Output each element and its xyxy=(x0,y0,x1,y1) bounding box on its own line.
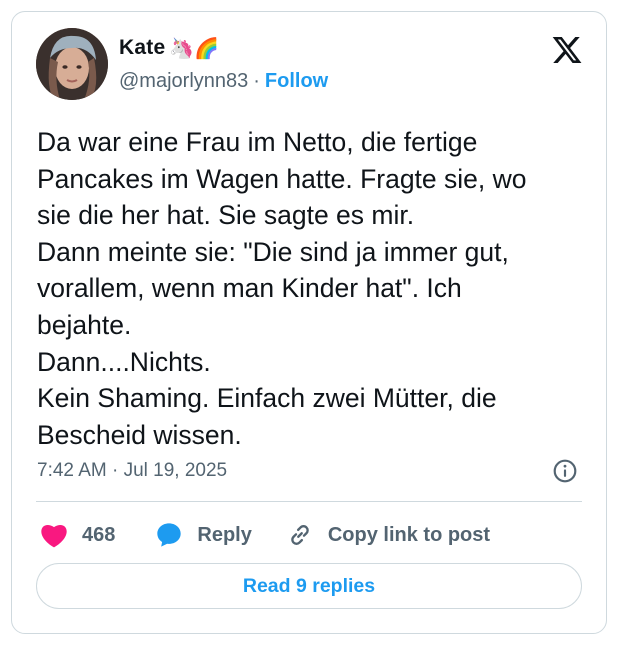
avatar[interactable] xyxy=(36,28,108,100)
reply-bubble-icon xyxy=(157,523,182,547)
like-count: 468 xyxy=(82,523,116,546)
author-handle[interactable]: @majorlynn83 xyxy=(119,70,248,93)
info-icon[interactable] xyxy=(552,458,578,484)
copy-link-button[interactable]: Copy link to post xyxy=(286,521,490,549)
tweet-text: Da war eine Frau im Netto, die fertige P… xyxy=(37,127,527,450)
handle-separator: · xyxy=(253,70,260,92)
like-button[interactable]: 468 xyxy=(40,522,115,548)
author-handle-row: @majorlynn83 · Follow xyxy=(119,70,328,93)
tweet-card: Kate 🦄🌈 @majorlynn83 · Follow Da war ein… xyxy=(11,11,607,634)
author-name-row: Kate 🦄🌈 xyxy=(119,36,219,60)
author-name[interactable]: Kate xyxy=(119,36,165,60)
author-emoji: 🦄🌈 xyxy=(169,36,220,60)
link-icon xyxy=(291,525,309,545)
reply-label: Reply xyxy=(197,523,252,546)
tweet-timestamp[interactable]: 7:42 AM · Jul 19, 2025 xyxy=(37,460,227,482)
action-bar: 468 Reply Copy link to post xyxy=(40,517,490,553)
copy-link-label: Copy link to post xyxy=(327,523,491,546)
read-replies-button[interactable]: Read 9 replies xyxy=(36,563,582,609)
divider xyxy=(36,501,582,502)
heart-icon xyxy=(41,524,67,548)
reply-button[interactable]: Reply xyxy=(155,521,252,549)
x-logo-icon[interactable] xyxy=(550,34,584,66)
follow-link[interactable]: Follow xyxy=(265,70,328,93)
